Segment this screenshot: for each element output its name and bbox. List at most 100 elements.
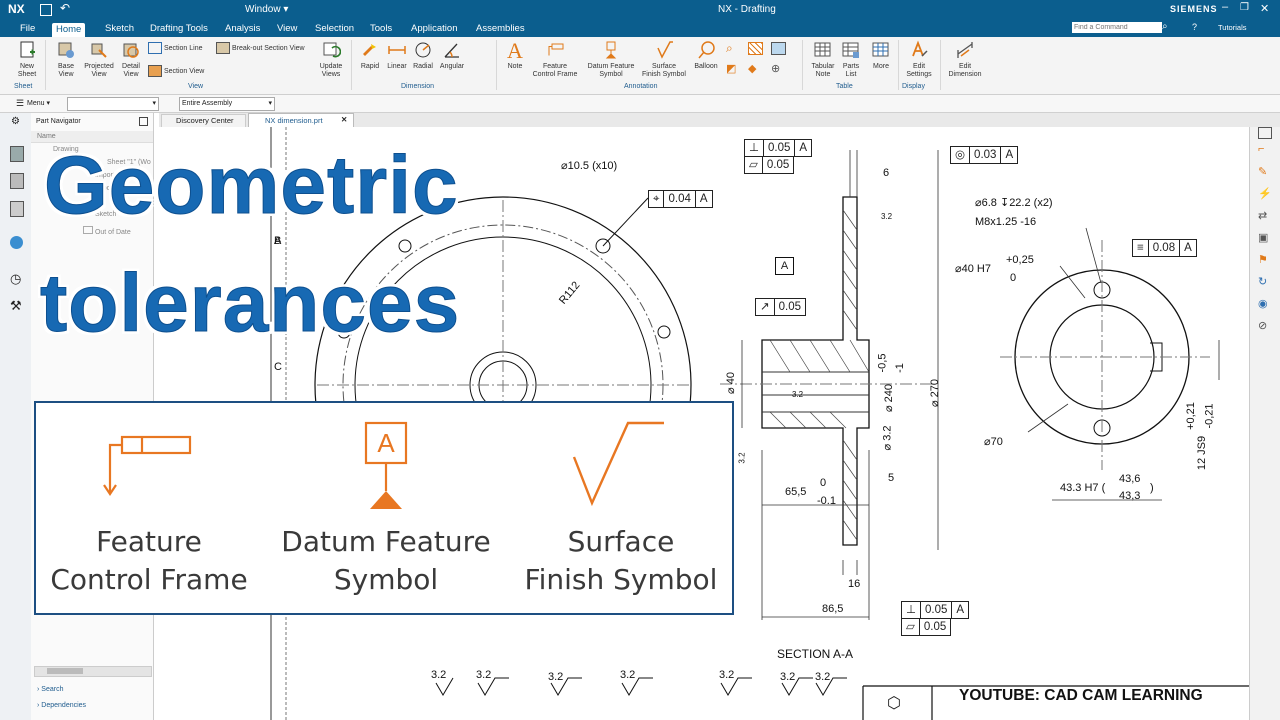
linear-dimension-button[interactable]: Linear	[385, 40, 409, 71]
restore-icon[interactable]: ❐	[1240, 2, 1249, 13]
hatch-side-icon[interactable]: ⚡	[1258, 187, 1272, 200]
edit-dimension-button[interactable]: Edit Dimension	[944, 40, 986, 79]
fill-icon[interactable]: ◆	[748, 62, 756, 75]
leader-icon[interactable]: ◩	[726, 62, 736, 75]
tabular-note-label: Tabular Note	[811, 63, 835, 78]
parts-list-button[interactable]: Parts List	[838, 40, 864, 79]
bottom-flat-fcf[interactable]: ▱ 0.05	[901, 618, 952, 636]
menu-home[interactable]: Home	[52, 23, 86, 37]
base-view-button[interactable]: Base View	[52, 40, 80, 79]
concentricity-fcf[interactable]: ◎ 0.03 A	[950, 146, 1019, 164]
projected-view-button[interactable]: Projected View	[82, 40, 116, 79]
panel-maximize-icon[interactable]	[139, 117, 148, 126]
surface-finish-symbol-button[interactable]: Surface Finish Symbol	[639, 40, 689, 79]
menu-analysis[interactable]: Analysis	[221, 22, 264, 36]
assembly-scope-select[interactable]: Entire Assembly ▾	[179, 97, 275, 111]
note-button[interactable]: A Note	[503, 40, 527, 71]
balloon-button[interactable]: Balloon	[692, 40, 720, 71]
radial-dimension-button[interactable]: Radial	[411, 40, 435, 71]
section-line-button[interactable]: Section Line	[148, 42, 202, 54]
surface-finish-symbol-icon	[572, 421, 664, 507]
sketch-side-icon[interactable]: ✎	[1258, 165, 1267, 178]
bottom-perp-datum: A	[956, 604, 965, 616]
window-menu[interactable]: Window ▾	[245, 4, 288, 15]
rapid-dim-side-icon[interactable]: ⌐	[1258, 143, 1264, 155]
rapid-dimension-button[interactable]: Rapid	[358, 40, 382, 71]
minimize-icon[interactable]: –	[1222, 1, 1228, 13]
sheet-border-icon[interactable]	[1258, 127, 1272, 139]
fcf-caption-line2: Control Frame	[50, 563, 248, 596]
update-views-button[interactable]: Update Views	[316, 40, 346, 79]
close-tab-icon[interactable]: ✕	[341, 115, 347, 124]
menu-application[interactable]: Application	[407, 22, 461, 36]
ribbon: New Sheet Base View Projected View Detai…	[0, 37, 1280, 95]
menu-sketch[interactable]: Sketch	[101, 22, 138, 36]
more-table-button[interactable]: More	[868, 40, 894, 71]
datum-feature-symbol-button[interactable]: Datum Feature Symbol	[584, 40, 638, 79]
undo-icon[interactable]: ↶	[60, 1, 70, 15]
centerline-icon[interactable]: ⊕	[771, 62, 780, 75]
tab-discovery-center[interactable]: Discovery Center	[161, 114, 246, 128]
hatch-icon[interactable]	[748, 42, 763, 55]
section-perp-fcf[interactable]: ⊥ 0.05 A	[744, 139, 813, 157]
tutorials-link[interactable]: Tutorials	[1218, 23, 1246, 32]
menu-dropdown[interactable]: Menu ▾	[27, 99, 50, 107]
symmetry-fcf[interactable]: ≡ 0.08 A	[1132, 239, 1197, 257]
new-sheet-button[interactable]: New Sheet	[12, 40, 42, 79]
hide-side-icon[interactable]: ◉	[1258, 297, 1268, 310]
runout-fcf[interactable]: ↗ 0.05	[755, 298, 807, 316]
menu-selection[interactable]: Selection	[311, 22, 358, 36]
dependencies-section[interactable]: › Dependencies	[37, 702, 86, 709]
menu-icon[interactable]: ☰	[16, 98, 24, 109]
menu-view[interactable]: View	[273, 22, 301, 36]
perpendicularity-icon: ⊥	[902, 602, 922, 618]
history-icon[interactable]: ◷	[10, 271, 21, 287]
angular-dimension-button[interactable]: Angular	[437, 40, 467, 71]
section-view-button[interactable]: Section View	[148, 65, 204, 77]
scrollbar-thumb[interactable]	[47, 668, 83, 674]
breakout-section-view-button[interactable]: Break-out Section View	[216, 42, 305, 54]
dfs-caption-line2: Symbol	[333, 563, 439, 596]
feature-control-frame-button[interactable]: Feature Control Frame	[530, 40, 580, 79]
search-icon[interactable]: ⌕	[1162, 21, 1168, 32]
reuse-library-icon[interactable]	[10, 201, 24, 217]
transfer-side-icon[interactable]: ⇄	[1258, 209, 1267, 222]
flag-side-icon[interactable]: ⚑	[1258, 253, 1268, 266]
web-browser-icon[interactable]	[10, 236, 23, 249]
menu-assemblies[interactable]: Assemblies	[472, 22, 529, 36]
settings-icon[interactable]: ⚙	[11, 116, 20, 127]
dim-3-2-d: 3.2	[737, 452, 747, 464]
part-navigator-icon[interactable]	[10, 146, 24, 162]
command-bar: ☰ Menu ▾ ▾ Entire Assembly ▾	[0, 95, 1280, 113]
edit-settings-button[interactable]: Edit Settings	[902, 40, 936, 79]
save-icon[interactable]	[40, 4, 52, 16]
close-icon[interactable]: ✕	[1260, 2, 1269, 15]
assembly-navigator-icon[interactable]	[10, 173, 24, 189]
model-side-icon[interactable]: ▣	[1258, 231, 1268, 244]
radial-label: Radial	[413, 63, 433, 70]
menu-file[interactable]: File	[16, 22, 39, 36]
navigator-scrollbar[interactable]	[34, 666, 152, 677]
window-title: NX - Drafting	[718, 4, 776, 15]
datum-a-box[interactable]: A	[775, 257, 794, 275]
surface-value-1: 3.2	[431, 669, 447, 681]
menu-tools[interactable]: Tools	[366, 22, 396, 36]
roles-icon[interactable]: ⚒	[10, 298, 22, 314]
image-icon[interactable]	[771, 42, 786, 55]
detail-view-button[interactable]: Detail View	[118, 40, 144, 79]
position-fcf[interactable]: ⌖ 0.04 A	[648, 190, 713, 208]
refresh-side-icon[interactable]: ↻	[1258, 275, 1267, 288]
bottom-perp-fcf[interactable]: ⊥ 0.05 A	[901, 601, 970, 619]
tabular-note-button[interactable]: Tabular Note	[809, 40, 837, 79]
menu-drafting-tools[interactable]: Drafting Tools	[146, 22, 212, 36]
section-flat-fcf[interactable]: ▱ 0.05	[744, 156, 795, 174]
search-section[interactable]: › Search	[37, 686, 63, 693]
selection-filter-select[interactable]: ▾	[67, 97, 159, 111]
show-hide-side-icon[interactable]: ⊘	[1258, 319, 1267, 332]
find-command-input[interactable]	[1072, 22, 1162, 33]
zoom-icon[interactable]: ⌕	[726, 41, 733, 56]
more-label: More	[873, 63, 889, 70]
tab-nx-dimension[interactable]: NX dimension.prt ✕	[248, 113, 354, 128]
hole-note: ⌀10.5 (x10)	[561, 160, 617, 172]
help-icon[interactable]: ?	[1192, 22, 1197, 32]
